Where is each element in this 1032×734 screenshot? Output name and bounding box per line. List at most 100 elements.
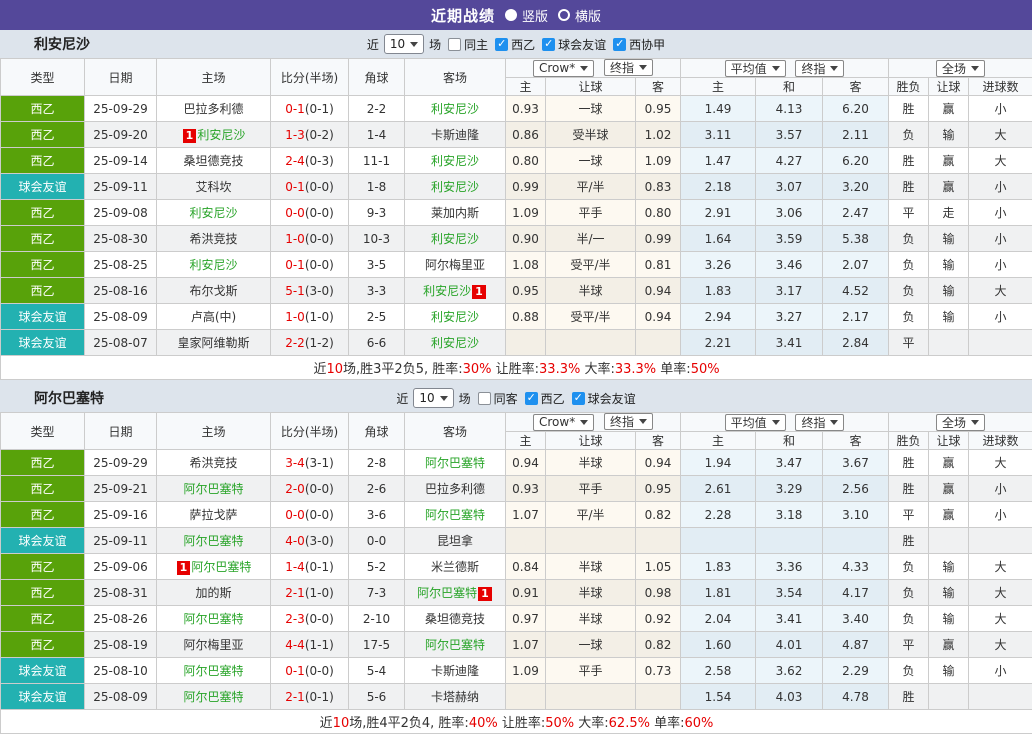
result-handicap: 赢 [928,147,970,174]
avg-home-odds: 2.91 [680,199,757,226]
layout-radio-horizontal[interactable]: 横版 [558,6,601,25]
filter-checkbox[interactable] [495,37,509,51]
result-outcome: 平 [888,501,930,528]
home-team-name: 希洪竞技 [189,232,238,246]
avg-away-odds: 2.11 [822,121,890,148]
avg-away-odds: 6.20 [822,147,890,174]
home-team-name: 萨拉戈萨 [189,508,238,522]
odds-away: 0.83 [634,173,682,200]
fulltime-score: 5-1 [285,283,305,298]
scope-select[interactable]: 全场 [936,413,986,431]
result-outcome: 平 [888,199,930,226]
result-goals: 大 [968,631,1032,658]
home-team-name: 阿尔巴塞特 [191,560,252,574]
odds-time-select[interactable]: 终指 [604,413,654,431]
away-team-cell: 卡斯迪隆 [404,657,506,684]
avg-select[interactable]: 平均值 [724,59,786,77]
result-outcome: 胜 [888,449,930,476]
league-type-cell: 西乙 [0,605,85,632]
result-outcome: 平 [888,329,930,356]
handicap-line: 平手 [545,199,636,226]
subcol-outcome: 胜负 [888,431,930,450]
odds-away: 0.80 [634,199,682,226]
subcol-goals: 进球数 [968,431,1032,450]
odds-away: 0.94 [634,449,682,476]
odds-time-select[interactable]: 终指 [604,59,654,77]
result-outcome: 负 [888,657,930,684]
home-team-cell: 希洪竞技 [156,449,271,476]
result-goals: 小 [968,95,1032,122]
halftime-score: (0-0) [304,481,334,496]
filter-checkbox[interactable] [542,37,556,51]
home-team-cell: 阿尔巴塞特 [156,527,271,554]
handicap-line [545,527,636,554]
match-date: 25-09-06 [84,553,157,580]
filter-checkbox[interactable] [448,37,462,51]
match-row: 球会友谊 25-08-09 阿尔巴塞特 2-1(0-1) 5-6 卡塔赫纳 1.… [0,683,1032,710]
fulltime-score: 0-1 [285,663,305,678]
match-date: 25-08-25 [84,251,157,278]
team-section-albacete: 阿尔巴塞特 近 10 场 同客西乙球会友谊 类型 日期 主场 比分(半场) 角球… [0,384,1032,734]
odds-away: 0.73 [634,657,682,684]
avg-away-odds: 2.47 [822,199,890,226]
match-date: 25-09-08 [84,199,157,226]
avg-home-odds: 2.28 [680,501,757,528]
home-team-name: 利安尼沙 [189,258,238,272]
table-header: 类型 日期 主场 比分(半场) 角球 客场 Crow* 终指 平均值 终指 全场 [0,58,1032,96]
avg-select[interactable]: 平均值 [724,413,786,431]
away-team-name: 桑坦德竞技 [424,612,485,626]
corner-count: 17-5 [348,631,405,658]
avg-draw-odds: 3.41 [755,329,824,356]
subcol-handicap: 让球 [545,77,636,96]
home-team-cell: 希洪竞技 [156,225,271,252]
odds-home: 0.86 [505,121,546,148]
team-section-lianisha: 利安尼沙 近 10 场 同主西乙球会友谊西协甲 类型 日期 主场 比分(半场) … [0,30,1032,380]
filter-checkbox[interactable] [613,37,627,51]
avg-time-select[interactable]: 终指 [795,59,845,77]
home-team-cell: 艾科坎 [156,173,271,200]
filter-checkbox[interactable] [477,391,491,405]
match-count-select[interactable]: 10 [383,34,425,54]
match-row: 西乙 25-09-29 希洪竞技 3-4(3-1) 2-8 阿尔巴塞特 0.94… [0,449,1032,476]
match-count-select[interactable]: 10 [413,388,454,408]
filter-checkbox[interactable] [524,391,538,405]
avg-draw-odds: 3.62 [755,657,824,684]
result-handicap: 输 [928,579,970,606]
filter-checkbox[interactable] [571,391,585,405]
avg-home-odds: 2.18 [680,173,757,200]
filter-near-label: 近 [366,37,379,52]
odds-away [634,329,682,356]
fulltime-score: 4-4 [285,637,305,652]
match-row: 西乙 25-09-06 1 阿尔巴塞特 1-4(0-1) 5-2 米兰德斯 0.8… [0,553,1032,580]
handicap-line: 受平/半 [545,303,636,330]
avg-draw-odds: 3.46 [755,251,824,278]
avg-home-odds: 1.47 [680,147,757,174]
page-title: 近期战绩 [430,6,495,25]
away-team-name: 利安尼沙 [430,310,479,324]
scope-select[interactable]: 全场 [936,59,986,77]
subcol-odds-away: 客 [634,77,682,96]
radio-icon[interactable] [558,9,570,21]
result-goals: 大 [968,605,1032,632]
result-goals [968,527,1032,554]
score-cell: 1-3(0-2) [270,121,349,148]
result-goals: 小 [968,501,1032,528]
odds-home [505,527,546,554]
layout-radio-vertical[interactable]: 竖版 [504,6,548,25]
odds-home: 0.94 [505,449,546,476]
home-team-name: 利安尼沙 [189,206,238,220]
radio-icon[interactable] [504,9,517,21]
home-team-cell: 阿尔梅里亚 [156,631,271,658]
result-goals: 大 [968,449,1032,476]
score-cell: 0-1(0-0) [270,251,349,278]
odds-company-select[interactable]: Crow* [532,59,595,77]
avg-draw-odds: 3.29 [755,475,824,502]
summary-text: 近10场,胜4平2负4, 胜率:40% 让胜率:50% 大率:62.5% 单率:… [0,709,1032,734]
away-team-name: 莱加内斯 [430,206,479,220]
avg-time-select[interactable]: 终指 [795,413,845,431]
handicap-line: 半/一 [545,225,636,252]
avg-draw-odds [755,527,824,554]
chevron-down-icon [830,65,839,71]
odds-company-select[interactable]: Crow* [532,413,595,431]
score-cell: 2-3(0-0) [270,605,349,632]
